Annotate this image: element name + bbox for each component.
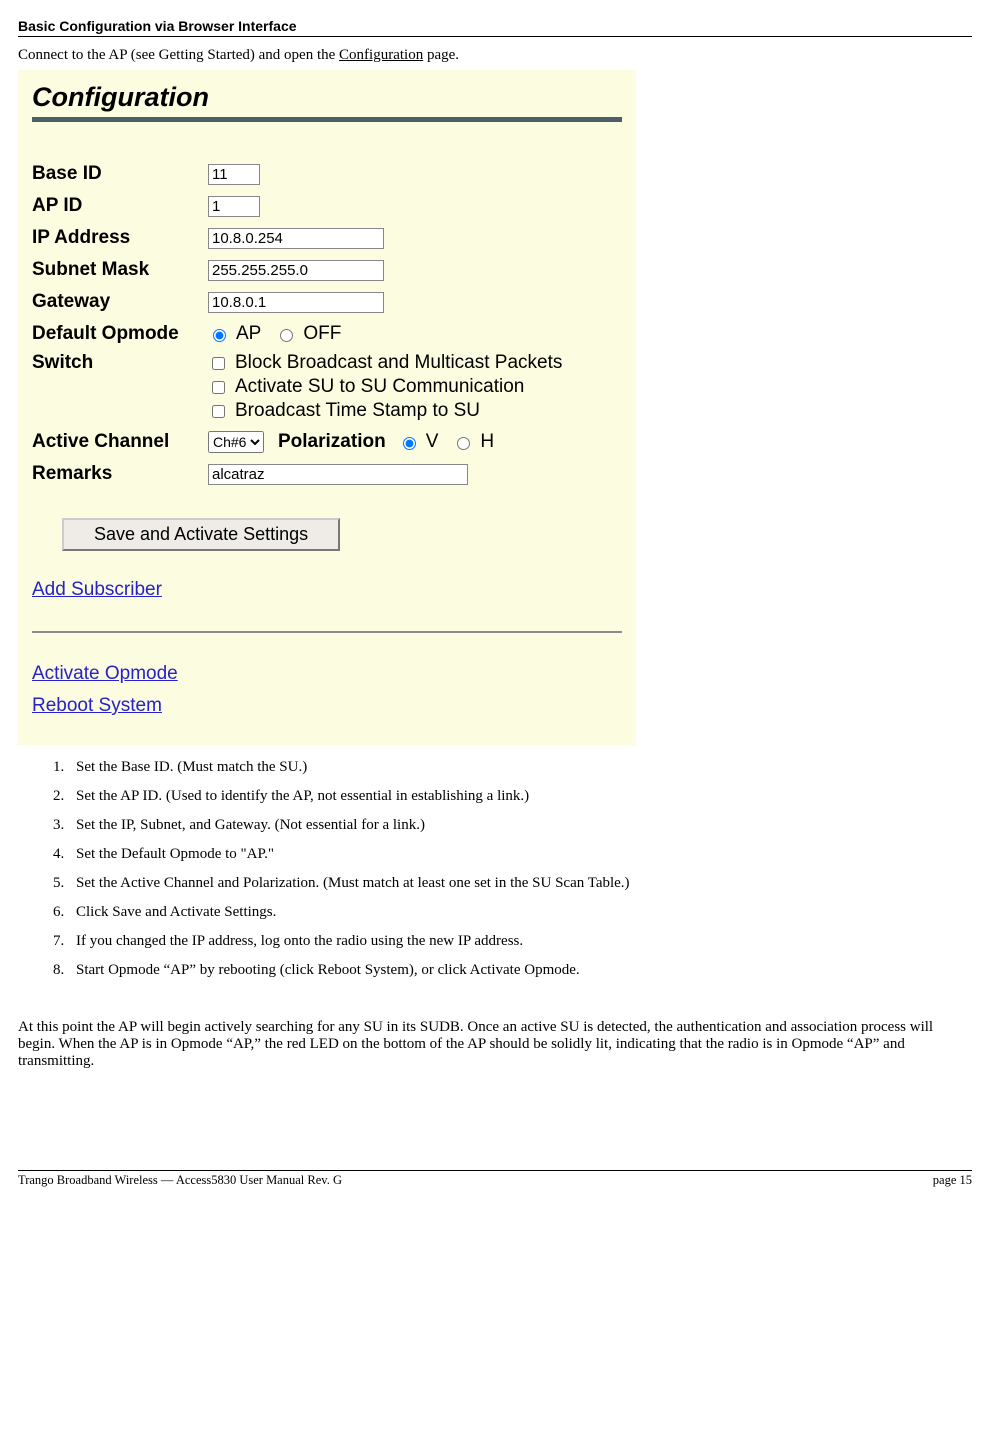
label-ap-id: AP ID <box>32 195 208 217</box>
input-ap-id[interactable] <box>208 196 260 217</box>
radio-h-label: H <box>480 431 494 453</box>
check-input-0[interactable] <box>212 357 225 370</box>
reboot-system-link[interactable]: Reboot System <box>32 695 622 717</box>
check-label-1: Activate SU to SU Communication <box>235 376 524 398</box>
title-rule <box>32 117 622 122</box>
radio-v-input[interactable] <box>403 437 416 450</box>
label-gateway: Gateway <box>32 291 208 313</box>
label-subnet: Subnet Mask <box>32 259 208 281</box>
check-input-2[interactable] <box>212 405 225 418</box>
intro-post: page. <box>423 47 459 63</box>
check-input-1[interactable] <box>212 381 225 394</box>
step-6: Click Save and Activate Settings. <box>68 904 972 921</box>
check-su-to-su[interactable]: Activate SU to SU Communication <box>208 376 562 398</box>
input-remarks[interactable] <box>208 464 468 485</box>
radio-opmode-ap[interactable]: AP <box>208 323 261 345</box>
radio-pol-h[interactable]: H <box>452 431 494 453</box>
input-gateway[interactable] <box>208 292 384 313</box>
intro-link-word: Configuration <box>339 47 423 63</box>
radio-v-label: V <box>426 431 439 453</box>
input-ip[interactable] <box>208 228 384 249</box>
step-7: If you changed the IP address, log onto … <box>68 933 972 950</box>
input-subnet[interactable] <box>208 260 384 281</box>
intro-pre: Connect to the AP (see Getting Started) … <box>18 47 339 63</box>
label-switch: Switch <box>32 352 208 374</box>
page-footer: Trango Broadband Wireless — Access5830 U… <box>18 1170 972 1188</box>
step-4: Set the Default Opmode to "AP." <box>68 846 972 863</box>
radio-pol-v[interactable]: V <box>398 431 439 453</box>
label-ip: IP Address <box>32 227 208 249</box>
step-5: Set the Active Channel and Polarization.… <box>68 875 972 892</box>
radio-ap-input[interactable] <box>213 329 226 342</box>
intro-text: Connect to the AP (see Getting Started) … <box>18 47 972 64</box>
step-2: Set the AP ID. (Used to identify the AP,… <box>68 788 972 805</box>
radio-off-input[interactable] <box>280 329 293 342</box>
check-block-broadcast[interactable]: Block Broadcast and Multicast Packets <box>208 352 562 374</box>
step-1: Set the Base ID. (Must match the SU.) <box>68 759 972 776</box>
steps-list: Set the Base ID. (Must match the SU.) Se… <box>68 759 972 979</box>
step-3: Set the IP, Subnet, and Gateway. (Not es… <box>68 817 972 834</box>
page-header: Basic Configuration via Browser Interfac… <box>18 18 972 37</box>
screenshot-title: Configuration <box>32 82 622 113</box>
radio-off-label: OFF <box>303 323 341 345</box>
label-opmode: Default Opmode <box>32 323 208 345</box>
check-time-stamp[interactable]: Broadcast Time Stamp to SU <box>208 400 562 422</box>
radio-h-input[interactable] <box>457 437 470 450</box>
save-activate-button[interactable]: Save and Activate Settings <box>62 518 340 551</box>
label-polarization: Polarization <box>278 431 386 453</box>
add-subscriber-link[interactable]: Add Subscriber <box>32 579 622 601</box>
label-remarks: Remarks <box>32 463 208 485</box>
after-paragraph: At this point the AP will begin actively… <box>18 1019 972 1070</box>
step-8: Start Opmode “AP” by rebooting (click Re… <box>68 962 972 979</box>
footer-right: page 15 <box>933 1173 972 1188</box>
select-channel[interactable]: Ch#6 <box>208 431 264 453</box>
footer-left: Trango Broadband Wireless — Access5830 U… <box>18 1173 342 1188</box>
activate-opmode-link[interactable]: Activate Opmode <box>32 663 622 685</box>
check-label-0: Block Broadcast and Multicast Packets <box>235 352 562 374</box>
radio-ap-label: AP <box>236 323 261 345</box>
radio-opmode-off[interactable]: OFF <box>275 323 341 345</box>
label-channel: Active Channel <box>32 431 208 453</box>
config-screenshot: Configuration Base ID AP ID IP Address S… <box>18 70 636 745</box>
check-label-2: Broadcast Time Stamp to SU <box>235 400 480 422</box>
input-base-id[interactable] <box>208 164 260 185</box>
section-rule <box>32 631 622 633</box>
label-base-id: Base ID <box>32 163 208 185</box>
